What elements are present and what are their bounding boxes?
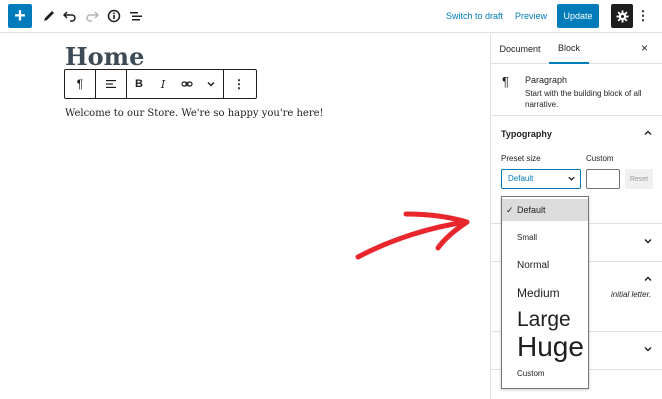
undo-icon	[63, 11, 76, 22]
preset-size-label: Preset size	[501, 154, 541, 163]
chevron-down-icon	[643, 344, 653, 357]
bold-button[interactable]: B	[127, 70, 151, 98]
chevron-up-icon[interactable]	[643, 274, 653, 287]
preview-button[interactable]: Preview	[515, 6, 547, 26]
paragraph-block[interactable]: Welcome to our Store. We're so happy you…	[65, 108, 324, 119]
chevron-up-icon[interactable]	[643, 128, 653, 141]
gear-icon	[615, 9, 629, 23]
preset-size-dropdown: ✓ Default Small Normal Medium Large Huge…	[501, 196, 589, 389]
block-inserter-button[interactable]: +	[8, 4, 32, 28]
align-left-icon	[106, 80, 116, 88]
block-options-button[interactable]: ⋮	[224, 70, 254, 98]
option-default[interactable]: ✓ Default	[502, 199, 588, 221]
typography-title[interactable]: Typography	[501, 129, 552, 139]
preset-size-select[interactable]: Default	[501, 169, 581, 189]
block-card-description: Start with the building block of all nar…	[525, 89, 642, 109]
tab-document[interactable]: Document	[495, 34, 545, 64]
option-huge[interactable]: Huge	[502, 331, 588, 363]
post-title[interactable]: Home	[65, 42, 144, 71]
option-small[interactable]: Small	[502, 231, 588, 245]
block-card-title: Paragraph	[525, 75, 568, 85]
settings-button[interactable]	[611, 4, 633, 28]
switch-to-draft-button[interactable]: Switch to draft	[446, 6, 503, 26]
redo-icon	[86, 11, 99, 22]
top-toolbar: + Switch to draft Preview Update ⋮	[0, 0, 662, 33]
red-arrow-annotation	[355, 211, 470, 260]
undo-button[interactable]	[58, 4, 82, 28]
tab-block[interactable]: Block	[549, 34, 589, 64]
update-button[interactable]: Update	[557, 4, 599, 28]
chevron-down-icon	[643, 236, 653, 249]
plus-icon: +	[14, 5, 26, 27]
paragraph-icon: ¶	[76, 77, 84, 91]
option-normal[interactable]: Normal	[502, 257, 588, 275]
list-view-button[interactable]	[124, 4, 148, 28]
redo-button[interactable]	[80, 4, 104, 28]
more-menu-button[interactable]: ⋮	[636, 4, 650, 28]
vertical-ellipsis-icon: ⋮	[636, 8, 650, 23]
pencil-icon	[44, 11, 54, 21]
block-toolbar: ¶ B I ⋮	[64, 69, 257, 99]
align-button[interactable]	[96, 70, 126, 98]
option-medium[interactable]: Medium	[502, 284, 588, 302]
option-custom[interactable]: Custom	[502, 367, 588, 381]
paragraph-icon: ¶	[502, 74, 509, 89]
option-large[interactable]: Large	[502, 307, 588, 333]
custom-size-label: Custom	[586, 154, 614, 163]
close-icon: ×	[641, 41, 649, 55]
link-button[interactable]	[175, 70, 199, 98]
more-formatting-button[interactable]	[199, 70, 223, 98]
custom-size-input[interactable]	[586, 169, 620, 189]
preset-size-value: Default	[508, 174, 534, 183]
chevron-down-icon	[567, 171, 576, 189]
vertical-ellipsis-icon: ⋮	[233, 77, 245, 91]
sidebar-tabs: Document Block ×	[491, 34, 662, 64]
block-card: ¶ Paragraph Start with the building bloc…	[491, 64, 662, 116]
italic-button[interactable]: I	[151, 70, 175, 98]
info-icon	[107, 9, 121, 23]
check-icon: ✓	[506, 205, 514, 215]
list-view-icon	[130, 12, 142, 21]
details-button[interactable]	[102, 4, 126, 28]
close-sidebar-button[interactable]: ×	[641, 41, 648, 55]
block-type-button[interactable]: ¶	[65, 70, 95, 98]
link-icon	[181, 81, 193, 87]
reset-button[interactable]: Reset	[625, 169, 653, 189]
chevron-down-icon	[207, 82, 215, 87]
drop-cap-help-text: initial letter.	[611, 290, 652, 299]
